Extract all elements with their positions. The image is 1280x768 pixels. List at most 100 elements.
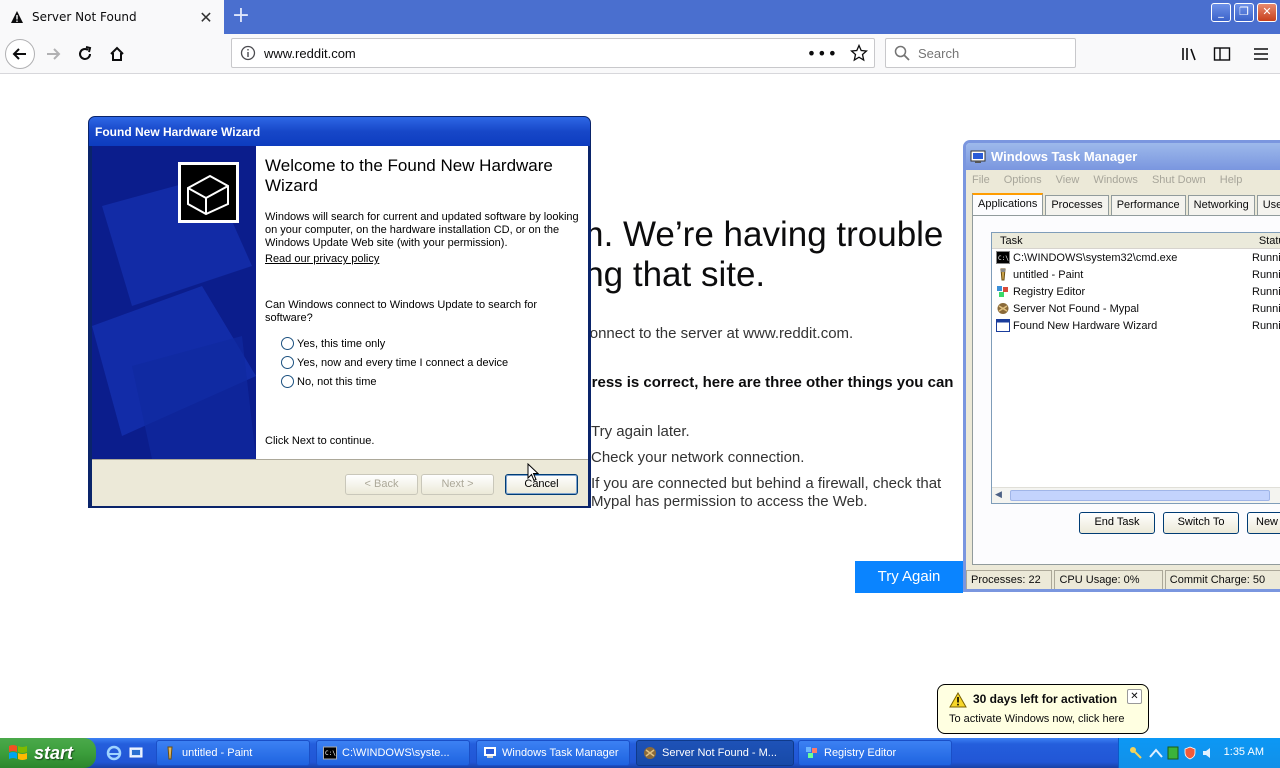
tab-performance[interactable]: Performance [1110, 195, 1186, 215]
balloon-close-icon[interactable]: ✕ [1127, 689, 1142, 704]
paint-icon [1000, 268, 1006, 281]
restore-button[interactable]: ❐ [1234, 3, 1254, 22]
task-manager-title: Windows Task Manager [991, 149, 1138, 164]
new-task-button[interactable]: New Task... [1247, 512, 1280, 534]
address-bar[interactable]: www.reddit.com ••• [231, 38, 875, 68]
end-task-button[interactable]: End Task [1079, 512, 1155, 534]
wizard-intro: Windows will search for current and upda… [265, 211, 579, 249]
task-status: Running [1252, 285, 1280, 298]
window-close-button[interactable]: ✕ [1257, 3, 1277, 22]
new-tab-button[interactable]: + [228, 4, 254, 30]
horizontal-scrollbar[interactable]: ◀ [992, 487, 1280, 503]
tab-server-not-found[interactable]: Server Not Found ✕ [0, 0, 224, 34]
search-bar[interactable] [885, 38, 1076, 68]
task-list: Task Status C:\ C:\WINDOWS\system32\cmd.… [991, 232, 1280, 504]
taskbar-item-paint[interactable]: untitled - Paint [156, 740, 310, 766]
url-text[interactable]: www.reddit.com [256, 46, 807, 61]
back-wizard-button[interactable]: < Back [345, 474, 418, 495]
search-input[interactable] [918, 45, 1068, 61]
task-manager-status-bar: Processes: 22 CPU Usage: 0% Commit Charg… [966, 570, 1280, 589]
taskbar-item-label: C:\WINDOWS\syste... [342, 747, 450, 759]
library-icon[interactable] [1180, 44, 1200, 64]
menu-windows[interactable]: Windows [1093, 170, 1138, 190]
scrollbar-thumb[interactable] [1010, 490, 1270, 501]
menu-options[interactable]: Options [1004, 170, 1042, 190]
taskbar-item-mypal[interactable]: Server Not Found - M... [636, 740, 794, 766]
table-row[interactable]: Registry Editor Running [992, 283, 1280, 300]
security-center-icon[interactable] [1183, 746, 1197, 760]
wizard-heading: Welcome to the Found New Hardware Wizard [265, 156, 553, 195]
internet-explorer-icon[interactable] [106, 745, 122, 761]
paint-icon [167, 746, 173, 760]
radio-button[interactable] [281, 356, 294, 369]
tab-users[interactable]: Users [1256, 195, 1280, 215]
tab-applications[interactable]: Applications [972, 193, 1044, 215]
activation-balloon[interactable]: 30 days left for activation To activate … [937, 684, 1149, 734]
clock[interactable]: 1:35 AM [1224, 746, 1264, 758]
home-button[interactable] [102, 39, 132, 69]
scroll-left-icon[interactable]: ◀ [995, 489, 1002, 500]
task-status: Running [1252, 268, 1280, 281]
back-arrow-icon [12, 48, 26, 60]
tab-processes[interactable]: Processes [1045, 195, 1109, 215]
list-item: Try again later. [591, 423, 690, 440]
switch-to-button[interactable]: Switch To [1163, 512, 1239, 534]
mypal-icon [644, 747, 656, 759]
forward-arrow-icon [47, 48, 61, 60]
menu-file[interactable]: File [972, 170, 990, 190]
menu-help[interactable]: Help [1220, 170, 1243, 190]
privacy-policy-link[interactable]: Read our privacy policy [265, 253, 379, 265]
page-actions-icon[interactable]: ••• [807, 44, 838, 63]
info-icon[interactable] [240, 45, 256, 61]
wizard-title-bar[interactable]: Found New Hardware Wizard [89, 117, 590, 146]
back-button[interactable] [5, 39, 35, 69]
radio-yes-every-time[interactable]: Yes, now and every time I connect a devi… [281, 356, 508, 369]
task-list-header: Task Status [992, 233, 1280, 249]
balloon-text[interactable]: To activate Windows now, click here [949, 713, 1124, 725]
column-task[interactable]: Task [992, 233, 1251, 248]
radio-yes-this-time[interactable]: Yes, this time only [281, 337, 385, 350]
menu-icon[interactable] [1251, 44, 1271, 64]
table-row[interactable]: C:\ C:\WINDOWS\system32\cmd.exe Running [992, 249, 1280, 266]
reload-icon [79, 46, 92, 60]
table-row[interactable]: Found New Hardware Wizard Running [992, 317, 1280, 334]
cmd-icon: C:\ [996, 251, 1010, 264]
balloon-title: 30 days left for activation [973, 692, 1118, 706]
reload-button[interactable] [70, 39, 100, 69]
system-tray: 1:35 AM [1118, 738, 1280, 768]
task-manager-title-bar[interactable]: Windows Task Manager [966, 143, 1280, 170]
task-name: untitled - Paint [1013, 268, 1084, 281]
tab-networking[interactable]: Networking [1187, 195, 1255, 215]
network-icon[interactable] [1149, 746, 1163, 760]
tab-close-icon[interactable]: ✕ [198, 8, 214, 27]
column-status[interactable]: Status [1251, 233, 1280, 248]
forward-button[interactable] [38, 39, 68, 69]
radio-no-not-this-time[interactable]: No, not this time [281, 375, 376, 388]
table-row[interactable]: untitled - Paint Running [992, 266, 1280, 283]
activation-keys-icon[interactable] [1129, 746, 1143, 760]
list-item: Check your network connection. [591, 449, 805, 466]
taskbar-item-task-manager[interactable]: Windows Task Manager [476, 740, 630, 766]
next-button[interactable]: Next > [421, 474, 494, 495]
sidebar-icon[interactable] [1212, 44, 1232, 64]
menu-view[interactable]: View [1056, 170, 1080, 190]
try-again-button[interactable]: Try Again [855, 561, 963, 593]
show-desktop-icon[interactable] [128, 745, 144, 761]
volume-icon[interactable] [1201, 746, 1215, 760]
task-manager-tabs: Applications Processes Performance Netwo… [972, 193, 1280, 215]
taskbar-item-registry-editor[interactable]: Registry Editor [798, 740, 952, 766]
cmd-icon: C:\ [323, 746, 337, 760]
radio-button[interactable] [281, 375, 294, 388]
taskbar-item-cmd[interactable]: C:\ C:\WINDOWS\syste... [316, 740, 470, 766]
task-manager-icon [970, 150, 986, 163]
minimize-button[interactable]: _ [1211, 3, 1231, 22]
start-button[interactable]: start [0, 738, 96, 768]
wizard-button-bar: < Back Next > Cancel [92, 459, 588, 506]
taskbar-item-label: Windows Task Manager [502, 747, 619, 759]
cancel-button[interactable]: Cancel [505, 474, 578, 495]
bookmark-star-icon[interactable] [850, 44, 868, 62]
table-row[interactable]: Server Not Found - Mypal Running [992, 300, 1280, 317]
radio-button[interactable] [281, 337, 294, 350]
green-status-icon[interactable] [1167, 746, 1179, 760]
menu-shut-down[interactable]: Shut Down [1152, 170, 1206, 190]
